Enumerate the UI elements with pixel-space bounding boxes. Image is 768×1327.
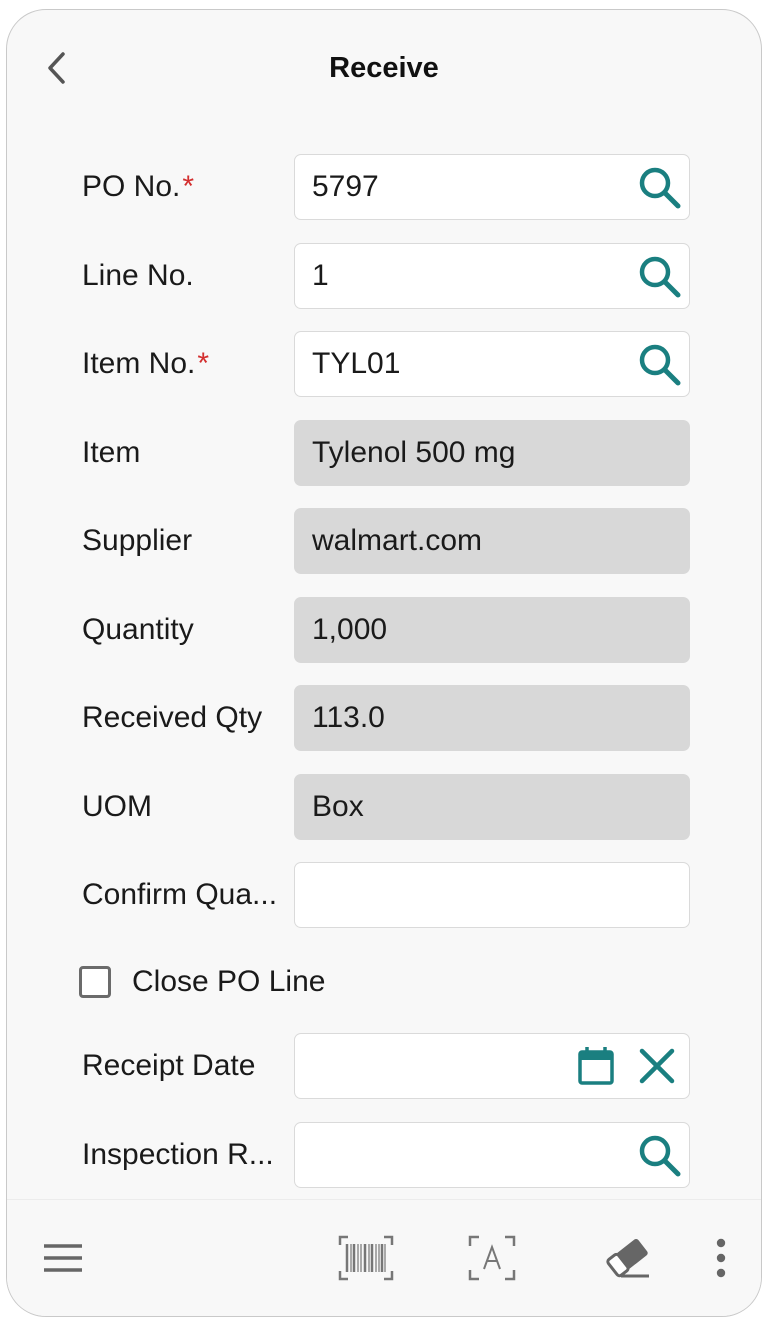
required-mark: * [197,347,210,380]
calendar-button[interactable] [567,1036,625,1096]
supplier-field: walmart.com [294,508,690,574]
uom-row: UOM Box [7,774,761,840]
barcode-scan-button[interactable] [334,1228,398,1288]
receipt-date-field[interactable] [294,1033,690,1099]
supplier-label: Supplier [82,524,193,557]
search-icon [639,1135,681,1177]
more-options-button[interactable] [701,1228,741,1288]
supplier-row: Supplier walmart.com [7,508,761,574]
received-qty-label: Received Qty [82,701,263,734]
menu-button[interactable] [33,1228,93,1288]
item-no-search-button[interactable] [629,334,689,394]
app-header: Receive [7,10,761,130]
received-qty-value: 113.0 [312,701,385,734]
line-no-field[interactable]: 1 [294,243,690,309]
po-no-row: PO No. * 5797 [7,154,761,220]
confirm-quantity-row: Confirm Qua... [7,862,761,928]
bottom-toolbar [7,1199,761,1316]
quantity-value: 1,000 [312,613,388,646]
inspection-search-button[interactable] [629,1125,689,1185]
barcode-scan-icon [338,1235,394,1281]
quantity-row: Quantity 1,000 [7,597,761,663]
close-icon [639,1048,675,1084]
line-no-row: Line No. 1 [7,243,761,309]
inspection-label: Inspection R... [82,1138,274,1171]
supplier-value: walmart.com [312,524,483,557]
receipt-date-label: Receipt Date [82,1049,256,1082]
line-no-search-button[interactable] [629,246,689,306]
po-no-value[interactable]: 5797 [295,170,629,204]
inspection-field[interactable] [294,1122,690,1188]
text-scan-icon [468,1235,516,1281]
calendar-icon [578,1047,614,1085]
received-qty-field: 113.0 [294,685,690,751]
uom-field: Box [294,774,690,840]
item-no-value[interactable]: TYL01 [295,347,629,381]
uom-label: UOM [82,790,152,823]
close-po-line-option[interactable]: Close PO Line [79,960,325,1004]
eraser-icon [606,1239,649,1278]
app-screen: Receive PO No. * 5797 Line No. 1 Item No… [6,9,762,1317]
po-no-field[interactable]: 5797 [294,154,690,220]
search-icon [639,167,681,209]
more-vertical-icon [716,1238,726,1278]
line-no-value[interactable]: 1 [295,259,629,293]
item-value: Tylenol 500 mg [312,436,516,469]
search-icon [639,344,681,386]
receipt-date-row: Receipt Date [7,1033,761,1099]
po-no-search-button[interactable] [629,157,689,217]
item-no-field[interactable]: TYL01 [294,331,690,397]
hamburger-menu-icon [44,1244,82,1272]
item-label: Item [82,436,141,469]
close-po-line-checkbox[interactable] [79,966,111,998]
line-no-label: Line No. [82,259,194,292]
item-no-row: Item No. * TYL01 [7,331,761,397]
inspection-row: Inspection R... [7,1122,761,1188]
search-icon [639,256,681,298]
clear-form-button[interactable] [595,1228,661,1288]
confirm-quantity-label: Confirm Qua... [82,878,278,911]
clear-date-button[interactable] [625,1036,689,1096]
uom-value: Box [312,790,364,823]
required-mark: * [182,170,195,203]
quantity-label: Quantity [82,613,194,646]
item-row: Item Tylenol 500 mg [7,420,761,486]
received-qty-row: Received Qty 113.0 [7,685,761,751]
item-no-label: Item No. * [82,347,210,380]
page-title: Receive [329,52,439,84]
text-scan-button[interactable] [462,1228,522,1288]
po-no-label: PO No. * [82,170,195,203]
quantity-field: 1,000 [294,597,690,663]
close-po-line-label: Close PO Line [132,965,326,998]
item-field: Tylenol 500 mg [294,420,690,486]
confirm-quantity-input[interactable] [294,862,690,928]
